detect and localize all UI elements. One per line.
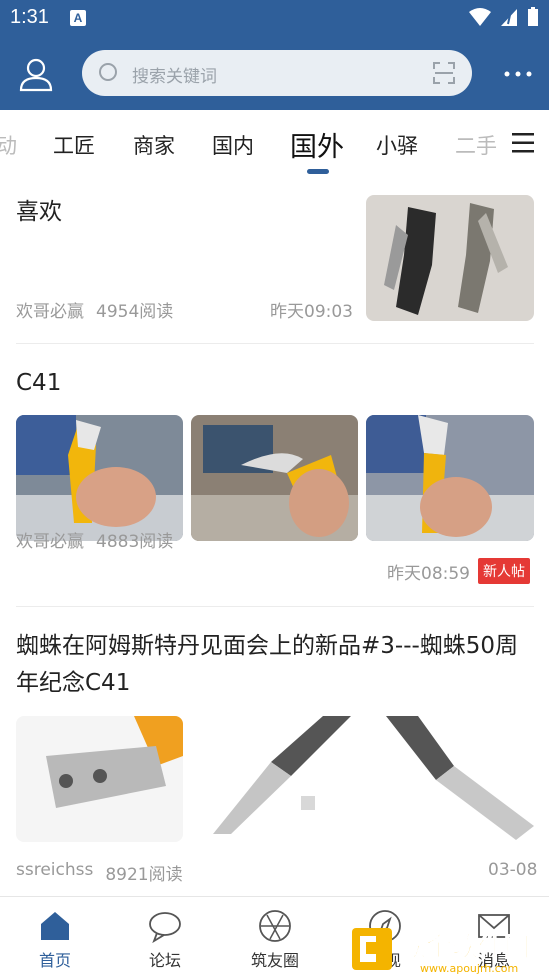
article-thumbnail xyxy=(366,195,534,321)
article-divider xyxy=(16,343,534,344)
watermark-logo: 欧金软件园 www.apoujrh.com xyxy=(350,926,545,975)
knife-photo-image xyxy=(366,716,534,842)
tab-secondhand[interactable]: 二手 xyxy=(455,130,497,160)
tab-xiaoyi[interactable]: 小驿 xyxy=(376,130,418,160)
article-title-line1: 蜘蛛在阿姆斯特丹见面会上的新品#3---蜘蛛50周 xyxy=(16,633,519,659)
svg-text:欧金软件园: 欧金软件园 xyxy=(400,932,530,963)
yellow-knife-photo-image xyxy=(366,415,534,541)
search-icon xyxy=(99,63,117,81)
article-image xyxy=(191,716,358,842)
search-placeholder: 搜索关键词 xyxy=(132,67,217,87)
tab-craftsman[interactable]: 工匠 xyxy=(53,130,95,160)
battery-icon xyxy=(528,7,538,26)
more-icon[interactable] xyxy=(503,62,533,86)
app-notification-icon: A xyxy=(70,10,86,26)
status-time: 1:31 xyxy=(10,6,49,28)
yellow-knife-photo-image xyxy=(16,415,183,541)
nav-home[interactable]: 首页 xyxy=(0,897,110,976)
tab-activity[interactable]: 动 xyxy=(0,130,17,160)
status-bar: 1:31 A xyxy=(0,0,549,38)
article-image xyxy=(16,716,183,842)
scan-icon[interactable] xyxy=(432,61,456,85)
article-meta: ssreichss 8921阅读 xyxy=(16,860,183,885)
article-reads: 8921阅读 xyxy=(105,865,183,885)
knife-photo-image xyxy=(16,716,183,842)
nav-circle-label: 筑友圈 xyxy=(250,951,299,970)
knife-photo-image xyxy=(191,716,358,842)
article-title: 喜欢 xyxy=(16,199,62,225)
article-time: 昨天09:03 xyxy=(270,302,353,322)
article-image xyxy=(16,415,183,541)
category-tabs: 动 工匠 商家 国内 国外 小驿 二手 xyxy=(0,110,549,176)
yellow-knife-photo-image xyxy=(191,415,358,541)
svg-text:www.apoujrh.com: www.apoujrh.com xyxy=(420,962,518,974)
status-icons xyxy=(469,7,539,27)
new-user-badge: 新人帖 xyxy=(478,558,530,584)
article-reads: 4954阅读 xyxy=(96,302,174,322)
article-meta: 欢哥必赢 4954阅读 xyxy=(16,297,173,322)
aperture-icon xyxy=(259,910,291,942)
article-author: 欢哥必赢 xyxy=(16,302,84,322)
signal-icon xyxy=(501,9,517,26)
article-image xyxy=(191,415,358,541)
article-time: 昨天08:59 xyxy=(387,564,470,584)
tab-foreign[interactable]: 国外 xyxy=(290,125,344,164)
article-title-line2: 年纪念C41 xyxy=(16,670,131,696)
article-meta: 欢哥必赢 4883阅读 xyxy=(16,527,173,552)
article-author: 欢哥必赢 xyxy=(16,532,84,552)
nav-forum[interactable]: 论坛 xyxy=(110,897,220,976)
nav-forum-label: 论坛 xyxy=(148,951,181,970)
tab-merchant[interactable]: 商家 xyxy=(133,130,175,160)
article-divider xyxy=(16,606,534,607)
article-author: ssreichss xyxy=(16,860,94,880)
article-time: 03-08 xyxy=(488,860,538,880)
menu-icon[interactable] xyxy=(505,130,541,156)
article-image xyxy=(366,415,534,541)
chat-bubble-icon xyxy=(149,912,181,943)
article-reads: 4883阅读 xyxy=(96,532,174,552)
home-icon xyxy=(41,912,69,940)
user-avatar-icon[interactable] xyxy=(18,56,54,92)
knife-photo-image xyxy=(366,195,534,321)
active-tab-indicator xyxy=(307,169,329,174)
article-title: C41 xyxy=(16,370,62,396)
search-input[interactable]: 搜索关键词 xyxy=(82,50,472,96)
tab-domestic[interactable]: 国内 xyxy=(212,130,254,160)
nav-circle[interactable]: 筑友圈 xyxy=(220,897,330,976)
wifi-icon xyxy=(469,8,491,26)
article-image xyxy=(366,716,534,842)
nav-home-label: 首页 xyxy=(38,951,71,970)
apoujrh-logo-icon: 欧金软件园 www.apoujrh.com xyxy=(352,928,531,975)
header: 搜索关键词 xyxy=(0,38,549,110)
